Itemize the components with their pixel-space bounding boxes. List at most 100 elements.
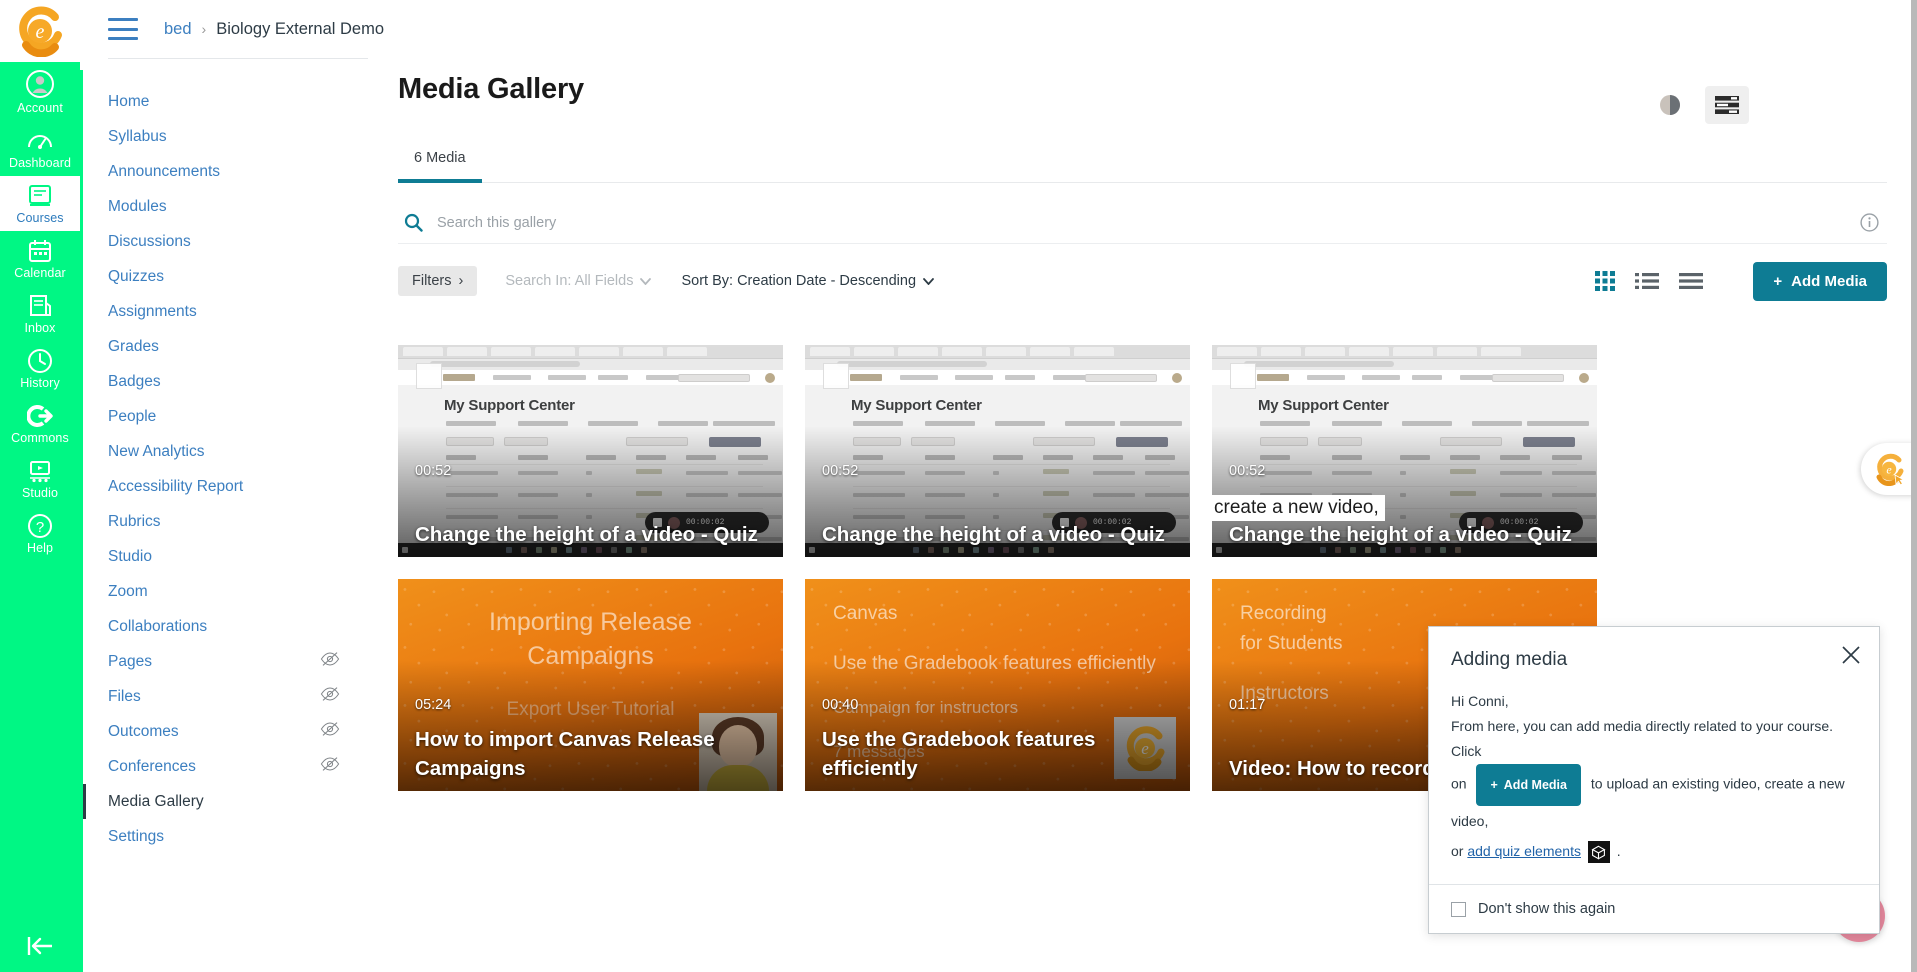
chevron-down-icon <box>923 273 934 289</box>
course-nav-item-files[interactable]: Files <box>83 679 368 714</box>
svg-text:e: e <box>1886 463 1892 477</box>
course-nav-label: Outcomes <box>108 723 179 740</box>
popover-add-media-chip[interactable]: + Add Media <box>1476 764 1581 806</box>
global-nav-item-courses[interactable]: Courses <box>0 176 80 231</box>
eye-off-icon <box>320 756 340 777</box>
course-nav-item-new-analytics[interactable]: New Analytics <box>83 434 368 469</box>
course-nav-item-badges[interactable]: Badges <box>83 364 368 399</box>
eye-off-icon <box>320 721 340 742</box>
course-nav-item-people[interactable]: People <box>83 399 368 434</box>
course-nav-item-syllabus[interactable]: Syllabus <box>83 119 368 154</box>
collapse-left-arrow-icon[interactable] <box>0 920 80 972</box>
close-icon[interactable] <box>1841 645 1861 665</box>
course-nav-item-media-gallery[interactable]: Media Gallery <box>83 784 368 819</box>
course-nav-item-studio[interactable]: Studio <box>83 539 368 574</box>
gallery-tabs: 6 Media <box>398 144 1887 183</box>
sliders-settings-icon[interactable] <box>1705 86 1749 124</box>
course-nav-item-announcements[interactable]: Announcements <box>83 154 368 189</box>
global-nav-item-commons[interactable]: Commons <box>0 396 80 451</box>
eye-off-icon <box>320 686 340 707</box>
course-nav-label: Collaborations <box>108 618 208 635</box>
sort-by-dropdown[interactable]: Sort By: Creation Date - Descending <box>681 273 934 289</box>
course-nav-item-quizzes[interactable]: Quizzes <box>83 259 368 294</box>
popover-on-word: on <box>1451 775 1467 792</box>
popover-greeting: Hi Conni, <box>1451 693 1509 709</box>
global-nav-item-calendar[interactable]: Calendar <box>0 231 80 286</box>
card-title: Change the height of a video - Quiz <box>822 523 1165 546</box>
eye-off-icon <box>320 651 340 672</box>
add-quiz-elements-link[interactable]: add quiz elements <box>1467 843 1581 859</box>
breadcrumb-current[interactable]: Biology External Demo <box>216 20 384 39</box>
search-input[interactable] <box>437 214 1860 231</box>
dashboard-icon <box>26 128 54 154</box>
popover-period: . <box>1616 843 1621 859</box>
global-nav-item-dashboard[interactable]: Dashboard <box>0 121 80 176</box>
eesysoft-pointer-icon[interactable]: e <box>1861 443 1917 495</box>
plus-icon: + <box>1490 778 1498 792</box>
course-nav-item-discussions[interactable]: Discussions <box>83 224 368 259</box>
global-nav-item-history[interactable]: History <box>0 341 80 396</box>
breadcrumb-root[interactable]: bed <box>164 20 192 39</box>
course-nav-label: Zoom <box>108 583 148 600</box>
course-nav-label: Conferences <box>108 758 196 775</box>
contrast-toggle-icon[interactable] <box>1659 94 1681 116</box>
course-nav-label: Media Gallery <box>108 793 204 810</box>
course-nav-label: Assignments <box>108 303 197 320</box>
dont-show-again-label[interactable]: Don't show this again <box>1478 901 1615 917</box>
eesysoft-logo[interactable]: e <box>0 0 80 62</box>
media-card[interactable]: My Support Center00:00:0200:52Change the… <box>1212 345 1597 557</box>
course-nav-item-accessibility-report[interactable]: Accessibility Report <box>83 469 368 504</box>
cube-quiz-icon[interactable] <box>1587 841 1610 864</box>
global-nav-label: Inbox <box>24 321 56 335</box>
add-media-button[interactable]: + Add Media <box>1753 261 1887 301</box>
filters-button[interactable]: Filters › <box>398 266 478 296</box>
course-nav-item-pages[interactable]: Pages <box>83 644 368 679</box>
global-nav-label: Dashboard <box>8 156 72 170</box>
card-duration: 00:52 <box>822 463 859 479</box>
course-nav-item-assignments[interactable]: Assignments <box>83 294 368 329</box>
media-card[interactable]: Importing Release CampaignsExport User T… <box>398 579 783 791</box>
chevron-down-icon <box>640 273 652 289</box>
course-nav-item-modules[interactable]: Modules <box>83 189 368 224</box>
tab-media-count[interactable]: 6 Media <box>398 144 482 183</box>
compact-list-view-icon[interactable] <box>1679 272 1704 290</box>
course-nav-label: Pages <box>108 653 152 670</box>
course-nav-item-conferences[interactable]: Conferences <box>83 749 368 784</box>
course-nav-item-rubrics[interactable]: Rubrics <box>83 504 368 539</box>
svg-text:e: e <box>36 21 45 43</box>
global-nav-label: Commons <box>11 431 69 445</box>
course-nav-item-collaborations[interactable]: Collaborations <box>83 609 368 644</box>
global-nav-item-account[interactable]: Account <box>0 62 80 121</box>
global-nav-item-studio[interactable]: Studio <box>0 451 80 506</box>
course-nav-label: People <box>108 408 157 425</box>
course-nav-item-zoom[interactable]: Zoom <box>83 574 368 609</box>
media-card[interactable]: CanvasUse the Gradebook features efficie… <box>805 579 1190 791</box>
hamburger-menu-icon[interactable] <box>108 18 138 40</box>
media-card[interactable]: My Support Center00:00:0200:52Change the… <box>398 345 783 557</box>
info-circle-icon[interactable] <box>1860 213 1879 232</box>
card-duration: 00:52 <box>1229 463 1266 479</box>
course-nav-item-grades[interactable]: Grades <box>83 329 368 364</box>
course-navigation: Home Syllabus Announcements Modules Discussi… <box>80 70 368 972</box>
detail-list-view-icon[interactable] <box>1635 272 1660 290</box>
card-title: Use the Gradebook features efficiently <box>822 728 1096 780</box>
grid-view-icon[interactable] <box>1595 271 1616 291</box>
dont-show-again-checkbox[interactable] <box>1451 901 1466 917</box>
header-tools <box>1659 86 1749 124</box>
course-nav-item-outcomes[interactable]: Outcomes <box>83 714 368 749</box>
search-icon[interactable] <box>404 213 423 232</box>
search-in-label: Search In: All Fields <box>505 273 634 289</box>
media-card[interactable]: My Support Center00:00:0200:52Change the… <box>805 345 1190 557</box>
page-scrollbar[interactable] <box>1911 0 1917 972</box>
course-nav-label: Grades <box>108 338 159 355</box>
course-nav-item-home[interactable]: Home <box>83 84 368 119</box>
filters-label: Filters <box>412 273 452 289</box>
global-nav-item-inbox[interactable]: Inbox <box>0 286 80 341</box>
global-nav-item-help[interactable]: ? Help <box>0 506 80 561</box>
question-circle-icon: ? <box>27 513 53 539</box>
inbox-icon <box>27 293 53 319</box>
course-nav-item-settings[interactable]: Settings <box>83 819 368 854</box>
course-nav-label: New Analytics <box>108 443 205 460</box>
search-in-dropdown[interactable]: Search In: All Fields <box>505 273 652 289</box>
svg-text:?: ? <box>36 519 44 536</box>
